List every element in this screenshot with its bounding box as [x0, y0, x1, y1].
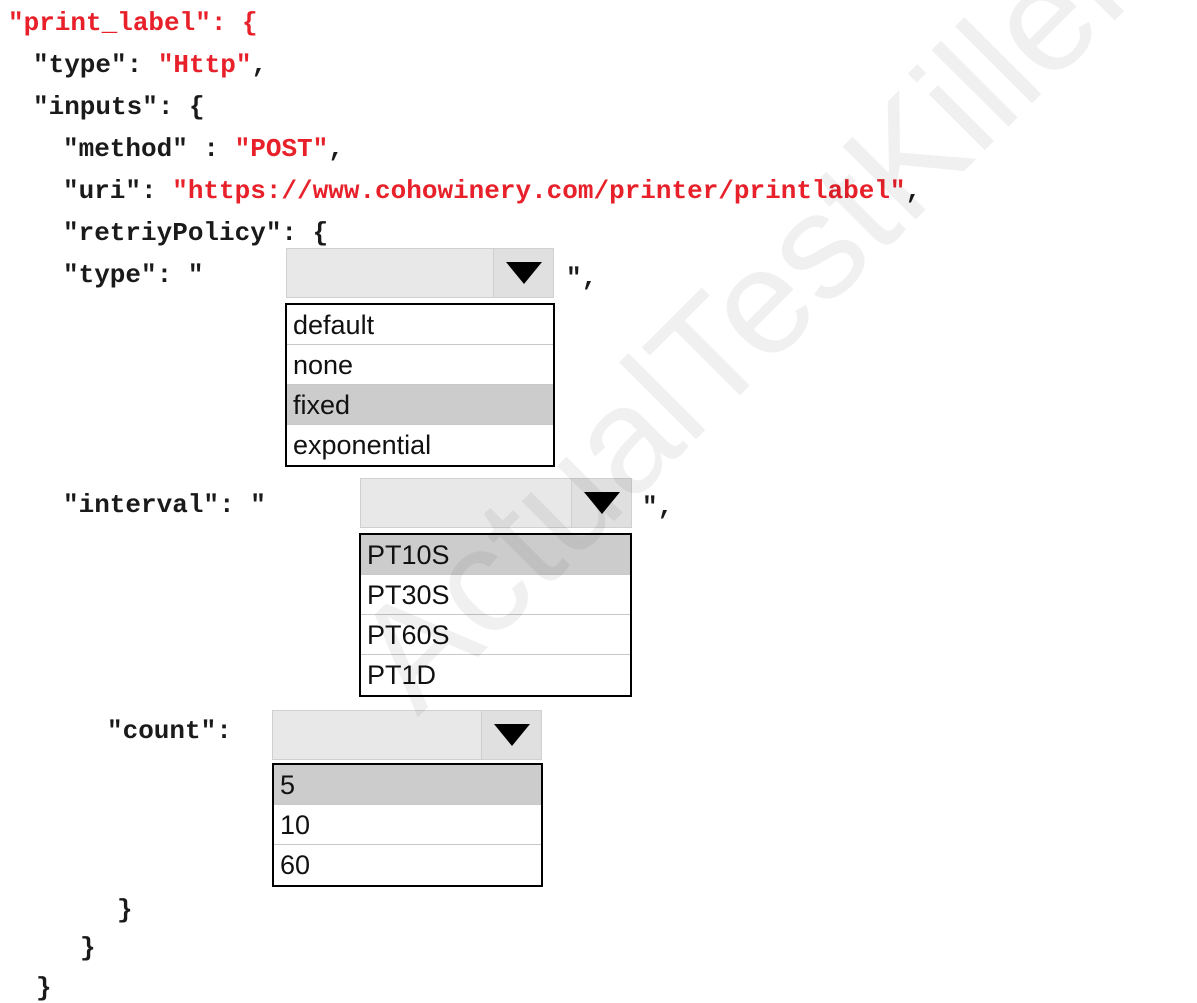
code-line-type: "type": "Http", — [33, 50, 268, 80]
type-option-exponential[interactable]: exponential — [287, 425, 553, 465]
triangle-down-icon — [505, 262, 542, 284]
code-line-close-3: } — [36, 973, 52, 1003]
count-option-10[interactable]: 10 — [274, 805, 541, 845]
type-option-default[interactable]: default — [287, 305, 553, 345]
json-key-print-label: "print_label": { — [8, 8, 258, 38]
code-line-type-suffix: ", — [566, 263, 598, 293]
interval-dropdown-toggle[interactable] — [571, 479, 631, 527]
code-line-type-prefix: "type": " — [63, 260, 204, 290]
interval-option-pt1d[interactable]: PT1D — [361, 655, 630, 695]
interval-option-pt60s[interactable]: PT60S — [361, 615, 630, 655]
count-option-5[interactable]: 5 — [274, 765, 541, 805]
type-dropdown-toggle[interactable] — [493, 249, 553, 297]
code-line-interval-prefix: "interval": " — [63, 490, 266, 520]
code-line-method: "method" : "POST", — [63, 134, 344, 164]
interval-option-pt10s[interactable]: PT10S — [361, 535, 630, 575]
code-line-interval-suffix: ", — [642, 492, 674, 522]
type-dropdown[interactable] — [286, 248, 554, 298]
code-line-close-1: } — [117, 895, 133, 925]
code-line-close-2: } — [80, 933, 96, 963]
interval-dropdown[interactable] — [360, 478, 632, 528]
code-line-count-prefix: "count": — [107, 716, 232, 746]
triangle-down-icon — [493, 724, 530, 746]
interval-option-pt30s[interactable]: PT30S — [361, 575, 630, 615]
code-line-retry-policy: "retriyPolicy": { — [63, 218, 329, 248]
count-options-list: 5 10 60 — [272, 763, 543, 887]
type-dropdown-value[interactable] — [287, 249, 493, 297]
count-dropdown-value[interactable] — [273, 711, 481, 759]
type-option-fixed[interactable]: fixed — [287, 385, 553, 425]
type-option-none[interactable]: none — [287, 345, 553, 385]
type-options-list: default none fixed exponential — [285, 303, 555, 467]
interval-options-list: PT10S PT30S PT60S PT1D — [359, 533, 632, 697]
interval-dropdown-value[interactable] — [361, 479, 571, 527]
code-line-inputs: "inputs": { — [33, 92, 205, 122]
count-option-60[interactable]: 60 — [274, 845, 541, 885]
count-dropdown-toggle[interactable] — [481, 711, 541, 759]
triangle-down-icon — [583, 492, 620, 514]
count-dropdown[interactable] — [272, 710, 542, 760]
code-block: "print_label": { "type": "Http", "inputs… — [0, 0, 921, 1001]
code-line-uri: "uri": "https://www.cohowinery.com/print… — [63, 176, 922, 206]
code-line-print-label: "print_label": { — [8, 10, 258, 36]
